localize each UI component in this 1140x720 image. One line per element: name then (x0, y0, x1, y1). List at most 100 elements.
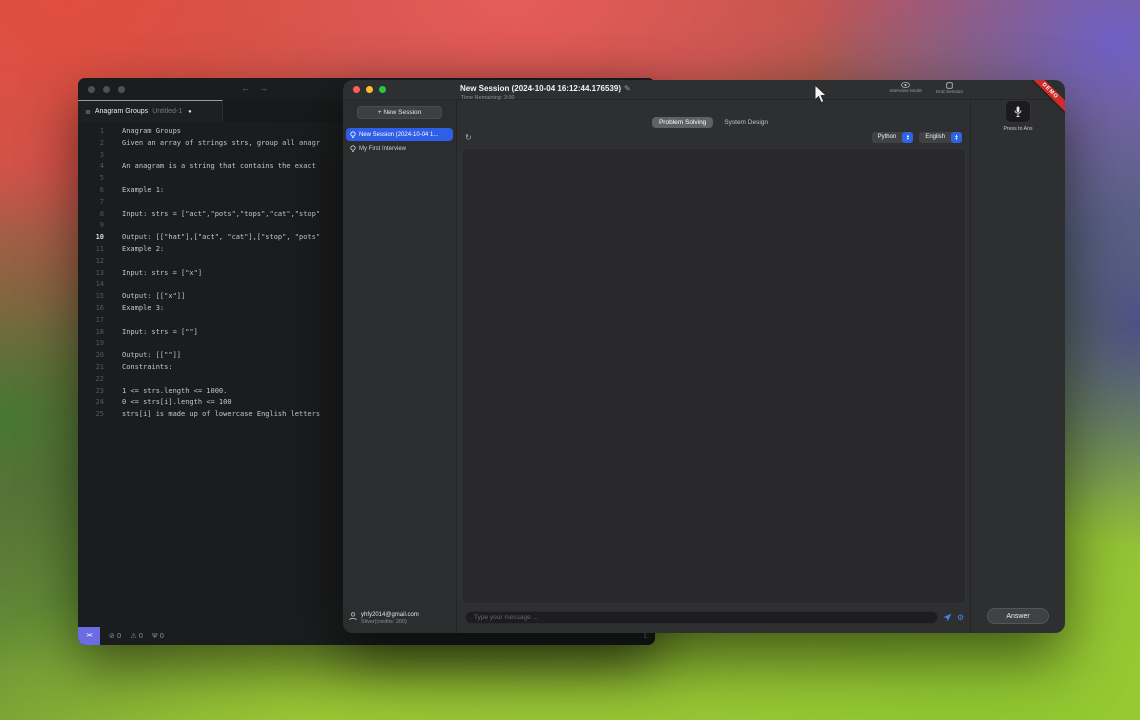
line-number: 16 (78, 303, 104, 315)
account-info[interactable]: yhfy2014@gmail.com Silver(credits: 200) (343, 612, 456, 633)
line-number: 2 (78, 138, 104, 150)
chat-transcript-panel[interactable] (461, 148, 966, 604)
new-session-button[interactable]: + New Session (357, 106, 442, 119)
line-number: 9 (78, 220, 104, 232)
warning-icon: ⚠ (130, 632, 136, 640)
line-number: 7 (78, 197, 104, 209)
end-session-button[interactable]: End Session (936, 82, 963, 95)
line-number: 23 (78, 386, 104, 398)
close-button[interactable] (353, 86, 360, 93)
line-text (104, 150, 122, 162)
line-text (104, 374, 122, 386)
app-window-controls[interactable] (353, 86, 386, 93)
editor-window-controls[interactable] (88, 86, 125, 93)
forward-icon[interactable]: → (259, 83, 268, 93)
line-number: 5 (78, 173, 104, 185)
send-icon[interactable] (943, 613, 952, 622)
account-email: yhfy2014@gmail.com (361, 612, 419, 618)
broadcast-icon: Ψ (152, 632, 158, 640)
answer-button[interactable]: Answer (987, 608, 1049, 624)
line-number: 19 (78, 338, 104, 350)
remote-indicator[interactable]: >< (78, 627, 100, 645)
line-number: 10 (78, 232, 104, 244)
interview-mode-button[interactable]: Interview Mode (890, 82, 923, 95)
tab-problem-solving[interactable]: Problem Solving (652, 117, 713, 128)
line-number: 11 (78, 244, 104, 256)
edit-title-icon[interactable]: ✎ (624, 84, 631, 93)
settings-gear-icon[interactable]: ⚙ (957, 613, 964, 622)
line-text: Example 2: (104, 244, 164, 256)
line-number: 21 (78, 362, 104, 374)
user-icon (349, 612, 357, 621)
line-number: 24 (78, 397, 104, 409)
app-titlebar[interactable]: New Session (2024-10-04 16:12:44.176539)… (343, 80, 1065, 100)
line-text: strs[i] is made up of lowercase English … (104, 409, 320, 421)
zoom-button[interactable] (379, 86, 386, 93)
eye-icon (901, 82, 910, 88)
line-number: 3 (78, 150, 104, 162)
line-number: 8 (78, 209, 104, 221)
cursor-position[interactable]: 1: (643, 633, 649, 640)
line-number: 22 (78, 374, 104, 386)
line-number: 15 (78, 291, 104, 303)
warnings-indicator[interactable]: ⚠ 0 (130, 632, 143, 640)
line-text: Input: strs = [""] (104, 327, 198, 339)
line-number: 4 (78, 161, 104, 173)
tab-filename: Untitled-1 (152, 108, 182, 115)
stop-square-icon (946, 82, 953, 89)
line-text (104, 220, 122, 232)
line-number: 12 (78, 256, 104, 268)
modified-dot-icon[interactable]: ● (188, 109, 192, 115)
session-label: My First Interview (359, 146, 406, 152)
session-list-item[interactable]: My First Interview (346, 142, 453, 155)
chevron-updown-icon: ▲▼ (951, 132, 962, 143)
line-text: Input: strs = ["act","pots","tops","cat"… (104, 209, 320, 221)
chevron-updown-icon: ▲▼ (902, 132, 913, 143)
line-text (104, 173, 122, 185)
back-icon[interactable]: ← (241, 83, 250, 93)
session-list-item[interactable]: New Session (2024-10-04 1... (346, 128, 453, 141)
lightbulb-icon (350, 131, 356, 139)
minimize-button[interactable] (103, 86, 110, 93)
errors-indicator[interactable]: ⊘ 0 (109, 632, 121, 640)
locale-select[interactable]: English ▲▼ (919, 132, 962, 143)
close-button[interactable] (88, 86, 95, 93)
language-select[interactable]: Python ▲▼ (872, 132, 914, 143)
line-number: 18 (78, 327, 104, 339)
line-number: 25 (78, 409, 104, 421)
line-number: 6 (78, 185, 104, 197)
line-text: Anagram Groups (104, 126, 181, 138)
mic-label: Press to Ans (1003, 126, 1032, 132)
chat-main: Problem Solving System Design ↻ Python ▲… (457, 100, 971, 633)
line-text (104, 338, 122, 350)
message-input[interactable] (465, 611, 938, 624)
line-text: An anagram is a string that contains the… (104, 161, 316, 173)
zoom-button[interactable] (118, 86, 125, 93)
session-title: New Session (2024-10-04 16:12:44.176539)… (460, 84, 631, 93)
line-text: 0 <= strs[i].length <= 100 (104, 397, 232, 409)
answer-rail: Press to Ans Answer (971, 100, 1065, 633)
line-text: Constraints: (104, 362, 173, 374)
line-text: Output: [["x"]] (104, 291, 185, 303)
lightbulb-icon (350, 145, 356, 153)
line-text: Output: [["hat"],["act", "cat"],["stop",… (104, 232, 320, 244)
line-text: Input: strs = ["x"] (104, 268, 202, 280)
editor-tab[interactable]: ≣ Anagram Groups Untitled-1 ● (78, 100, 223, 122)
remote-icon: >< (86, 633, 91, 639)
tab-title: Anagram Groups (95, 108, 148, 115)
tab-system-design[interactable]: System Design (717, 117, 775, 128)
file-icon: ≣ (85, 108, 91, 116)
line-text: Example 3: (104, 303, 164, 315)
broadcast-indicator[interactable]: Ψ 0 (152, 632, 164, 640)
session-list: New Session (2024-10-04 1... My First Int… (343, 127, 456, 156)
line-text (104, 315, 122, 327)
refresh-icon[interactable]: ↻ (465, 133, 472, 142)
mode-tabs: Problem Solving System Design (457, 114, 970, 130)
error-icon: ⊘ (109, 632, 115, 640)
line-text (104, 279, 122, 291)
minimize-button[interactable] (366, 86, 373, 93)
mic-button[interactable] (1005, 100, 1031, 123)
line-number: 20 (78, 350, 104, 362)
microphone-icon (1014, 106, 1022, 118)
interview-app-window: New Session (2024-10-04 16:12:44.176539)… (343, 80, 1065, 633)
